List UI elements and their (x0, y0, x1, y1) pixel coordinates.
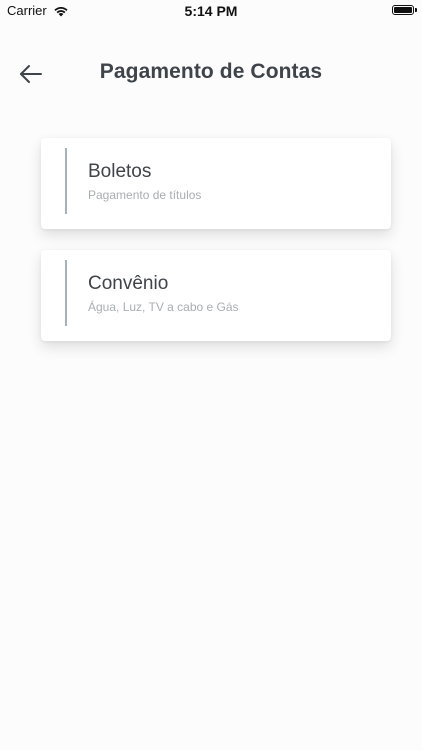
page-title: Pagamento de Contas (99, 60, 323, 83)
option-card-convenio[interactable]: Convênio Água, Luz, TV a cabo e Gás (41, 250, 391, 341)
card-accent-bar (65, 148, 67, 214)
battery-icon (392, 5, 417, 15)
card-accent-bar (65, 260, 67, 326)
battery-fill (394, 7, 412, 13)
card-title: Convênio (88, 273, 169, 294)
card-title: Boletos (88, 161, 152, 182)
card-subtitle: Pagamento de títulos (88, 188, 202, 202)
card-subtitle: Água, Luz, TV a cabo e Gás (88, 300, 239, 314)
header: Pagamento de Contas (0, 50, 422, 96)
status-bar: Carrier 5:14 PM (0, 0, 422, 22)
status-time: 5:14 PM (184, 3, 238, 19)
option-card-boletos[interactable]: Boletos Pagamento de títulos (41, 138, 391, 229)
